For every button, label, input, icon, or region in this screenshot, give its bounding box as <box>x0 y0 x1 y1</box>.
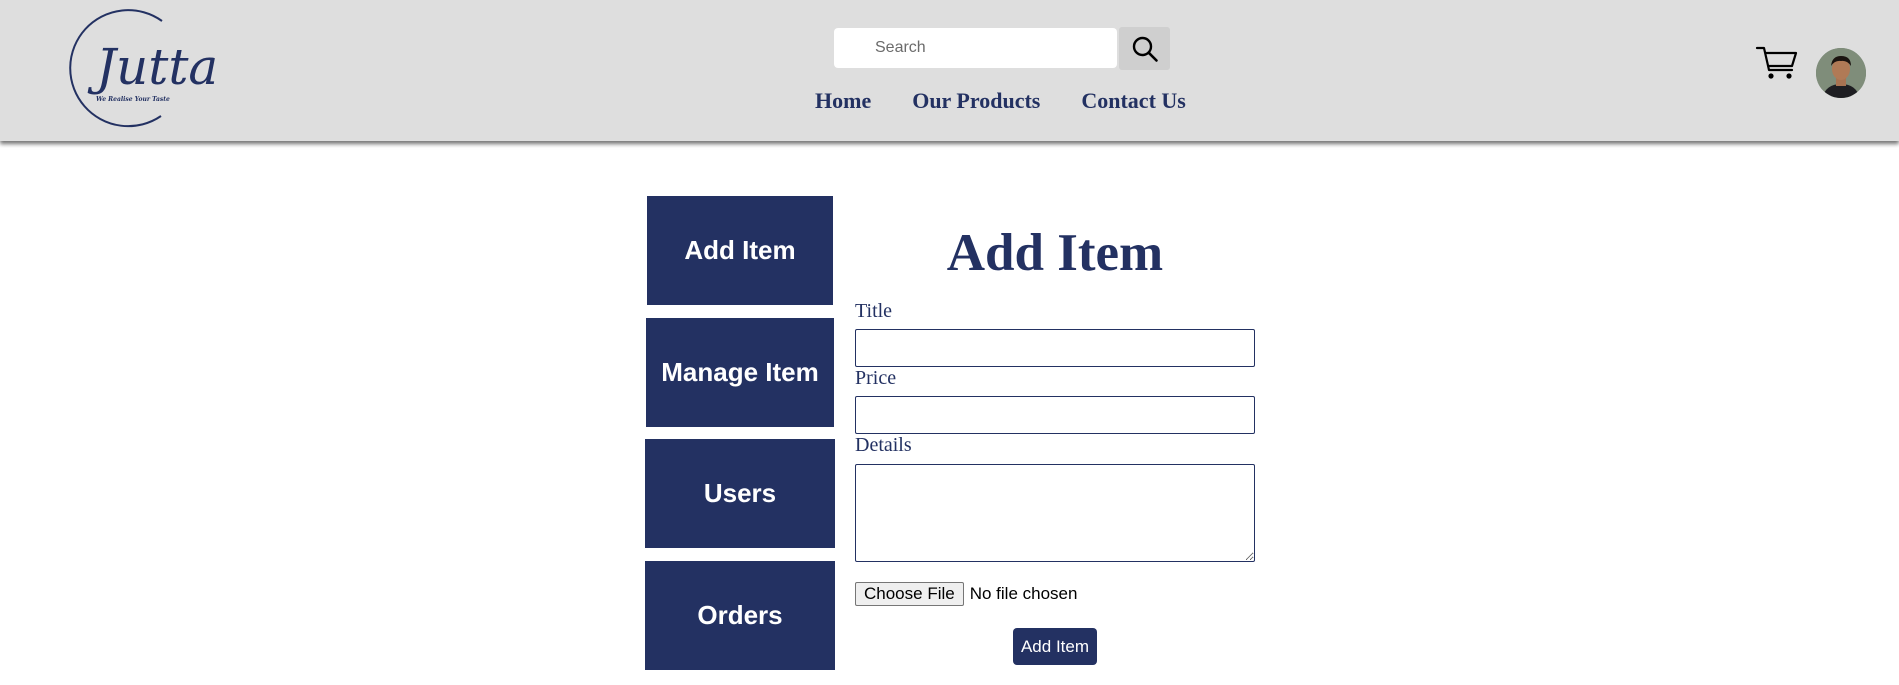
details-label: Details <box>855 434 912 456</box>
sidebar-item-label: Users <box>703 478 777 508</box>
site-header: Jutta We Realise Your Taste Home Our Pro… <box>0 0 1899 141</box>
sidebar-item-label: Manage Item <box>661 357 819 387</box>
choose-file-button[interactable]: Choose File <box>855 582 964 606</box>
title-field[interactable] <box>855 329 1255 367</box>
file-status: No file chosen <box>969 584 1078 603</box>
sidebar-item-manage-item[interactable]: Manage Item <box>646 318 834 427</box>
add-item-button[interactable]: Add Item <box>1013 628 1097 665</box>
nav-our-products[interactable]: Our Products <box>912 88 1040 118</box>
cart-icon <box>1755 46 1798 79</box>
avatar-image <box>1816 48 1866 98</box>
user-avatar[interactable] <box>1816 48 1866 98</box>
file-upload: Choose File No file chosen <box>855 581 1077 607</box>
cart-button[interactable] <box>1755 44 1799 82</box>
price-field[interactable] <box>855 396 1255 434</box>
logo-wordmark: Jutta <box>87 38 218 96</box>
main-nav: Home Our Products Contact Us <box>815 88 1186 118</box>
price-label: Price <box>855 367 897 389</box>
sidebar-item-label: Add Item <box>684 235 796 265</box>
nav-contact-us[interactable]: Contact Us <box>1081 88 1186 118</box>
search-icon <box>1132 36 1158 62</box>
search-button[interactable] <box>1119 27 1170 70</box>
nav-home[interactable]: Home <box>815 88 871 118</box>
logo-mark: Jutta We Realise Your Taste <box>69 9 218 128</box>
logo-tagline: We Realise Your Taste <box>96 96 170 103</box>
sidebar-item-users[interactable]: Users <box>645 439 835 548</box>
search-input[interactable] <box>834 28 1117 68</box>
page-title: Add Item <box>946 224 1164 282</box>
sidebar-item-orders[interactable]: Orders <box>645 561 835 670</box>
sidebar-item-label: Orders <box>697 600 783 630</box>
title-label: Title <box>855 300 893 322</box>
sidebar-item-add-item[interactable]: Add Item <box>647 196 833 305</box>
search-bar <box>834 27 1170 70</box>
logo[interactable]: Jutta We Realise Your Taste <box>58 8 218 130</box>
details-field[interactable] <box>855 464 1255 562</box>
